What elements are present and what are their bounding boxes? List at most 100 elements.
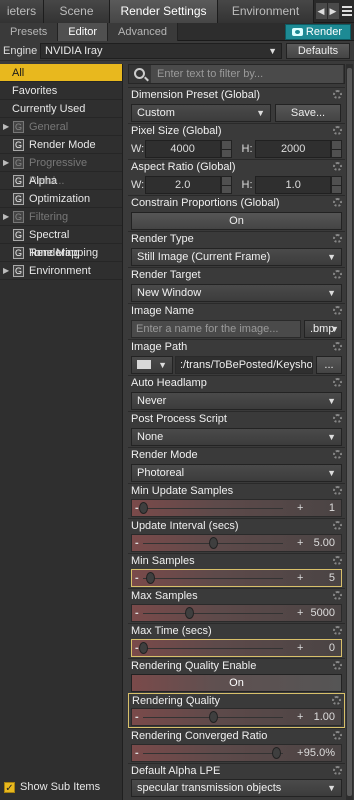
gear-icon[interactable] <box>333 486 342 495</box>
slider-knob[interactable] <box>209 537 218 549</box>
render-target-select[interactable]: New Window ▼ <box>131 284 342 302</box>
increment-icon[interactable]: + <box>297 570 303 586</box>
folder-dropdown[interactable]: ▼ <box>131 356 173 374</box>
min-samples-slider[interactable]: - + 5 <box>131 569 342 587</box>
gear-icon[interactable] <box>333 661 342 670</box>
max-samples-slider[interactable]: - + 5000 <box>131 604 342 622</box>
gear-icon[interactable] <box>333 378 342 387</box>
post-process-select[interactable]: None ▼ <box>131 428 342 446</box>
render-type-select[interactable]: Still Image (Current Frame) ▼ <box>131 248 342 266</box>
category-filtering[interactable]: ▶ G Filtering <box>0 208 122 226</box>
category-alpha[interactable]: G Alpha <box>0 172 122 190</box>
slider-knob[interactable] <box>209 711 218 723</box>
constrain-toggle[interactable]: On <box>131 212 342 230</box>
pixel-height-spinner[interactable] <box>331 140 343 158</box>
image-name-input[interactable]: Enter a name for the image... <box>131 320 301 338</box>
slider-value[interactable]: 5.00 <box>314 535 335 551</box>
tab-advanced[interactable]: Advanced <box>108 23 178 41</box>
slider-knob[interactable] <box>185 607 195 619</box>
slider-value[interactable]: 1 <box>329 500 335 516</box>
aspect-width-field[interactable]: 2.0 <box>144 176 221 194</box>
property-scrollbar[interactable] <box>346 64 353 800</box>
pixel-width-spinner[interactable] <box>220 140 232 158</box>
slider-value[interactable]: 5 <box>329 570 335 586</box>
tab-scene[interactable]: Scene <box>44 0 110 23</box>
rendering-quality-slider[interactable]: - + 1.00 <box>131 708 342 726</box>
gear-icon[interactable] <box>333 306 342 315</box>
expand-triangle-icon[interactable]: ▶ <box>3 154 9 172</box>
decrement-icon[interactable]: - <box>135 709 139 725</box>
increment-icon[interactable]: + <box>297 605 303 621</box>
tab-environment[interactable]: Environment <box>218 0 314 23</box>
category-render-mode[interactable]: G Render Mode <box>0 136 122 154</box>
max-time-slider[interactable]: - + 0 <box>131 639 342 657</box>
gear-icon[interactable] <box>333 556 342 565</box>
category-environment[interactable]: ▶ G Environment <box>0 262 122 280</box>
converged-ratio-slider[interactable]: - + 95.0% <box>131 744 342 762</box>
increment-icon[interactable]: + <box>297 535 303 551</box>
gear-icon[interactable] <box>332 696 341 705</box>
category-optimization[interactable]: G Optimization <box>0 190 122 208</box>
gear-icon[interactable] <box>333 90 342 99</box>
slider-knob[interactable] <box>146 572 155 584</box>
slider-value[interactable]: 0 <box>329 640 335 656</box>
quality-enable-toggle[interactable]: On <box>131 674 342 692</box>
tab-scroll-right-icon[interactable]: ▶ <box>327 3 339 19</box>
expand-triangle-icon[interactable]: ▶ <box>3 118 9 136</box>
update-interval-slider[interactable]: - + 5.00 <box>131 534 342 552</box>
gear-icon[interactable] <box>333 234 342 243</box>
tab-presets[interactable]: Presets <box>0 23 59 41</box>
auto-headlamp-select[interactable]: Never ▼ <box>131 392 342 410</box>
gear-icon[interactable] <box>333 521 342 530</box>
pane-menu-icon[interactable] <box>340 0 354 22</box>
gear-icon[interactable] <box>333 162 342 171</box>
expand-triangle-icon[interactable]: ▶ <box>3 262 9 280</box>
save-preset-button[interactable]: Save... <box>275 104 341 122</box>
tab-scroll-left-icon[interactable]: ◀ <box>315 3 327 19</box>
browse-path-button[interactable]: ... <box>316 356 342 374</box>
pixel-width-field[interactable]: 4000 <box>144 140 221 158</box>
defaults-button[interactable]: Defaults <box>286 43 350 59</box>
category-general[interactable]: ▶ G General <box>0 118 122 136</box>
image-path-field[interactable]: :/trans/ToBePosted/Keyshot <box>175 356 313 374</box>
decrement-icon[interactable]: - <box>135 570 139 586</box>
slider-knob[interactable] <box>139 642 148 654</box>
decrement-icon[interactable]: - <box>135 745 139 761</box>
tab-render-settings[interactable]: Render Settings <box>110 0 218 23</box>
aspect-width-spinner[interactable] <box>220 176 232 194</box>
slider-value[interactable]: 5000 <box>311 605 335 621</box>
image-format-select[interactable]: .bmp ▼ <box>304 320 342 338</box>
category-favorites[interactable]: Favorites <box>0 82 122 100</box>
pixel-height-field[interactable]: 2000 <box>255 140 332 158</box>
gear-icon[interactable] <box>333 342 342 351</box>
decrement-icon[interactable]: - <box>135 535 139 551</box>
increment-icon[interactable]: + <box>297 709 303 725</box>
gear-icon[interactable] <box>333 626 342 635</box>
show-sub-items[interactable]: ✓ Show Sub Items <box>4 780 100 794</box>
gear-icon[interactable] <box>333 270 342 279</box>
min-update-samples-slider[interactable]: - + 1 <box>131 499 342 517</box>
decrement-icon[interactable]: - <box>135 605 139 621</box>
slider-value[interactable]: 95.0% <box>304 745 335 761</box>
checkbox-checked-icon[interactable]: ✓ <box>4 781 15 794</box>
scrollbar-thumb[interactable] <box>347 68 352 796</box>
aspect-height-field[interactable]: 1.0 <box>255 176 332 194</box>
engine-select[interactable]: NVIDIA Iray ▼ <box>40 43 282 59</box>
increment-icon[interactable]: + <box>297 500 303 516</box>
gear-icon[interactable] <box>333 731 342 740</box>
dimension-preset-select[interactable]: Custom ▼ <box>131 104 271 122</box>
category-progressive-rendering[interactable]: ▶ G Progressive Rend... <box>0 154 122 187</box>
gear-icon[interactable] <box>333 766 342 775</box>
tab-parameters[interactable]: ieters <box>0 0 44 23</box>
slider-value[interactable]: 1.00 <box>314 709 335 725</box>
gear-icon[interactable] <box>333 198 342 207</box>
slider-knob[interactable] <box>272 747 281 759</box>
slider-knob[interactable] <box>139 502 148 514</box>
tab-editor[interactable]: Editor <box>58 23 109 41</box>
increment-icon[interactable]: + <box>297 640 303 656</box>
filter-input[interactable]: Enter text to filter by... <box>151 65 343 83</box>
category-all[interactable]: All <box>0 64 122 82</box>
aspect-height-spinner[interactable] <box>331 176 343 194</box>
category-currently-used[interactable]: Currently Used <box>0 100 122 118</box>
alpha-lpe-select[interactable]: specular transmission objects ▼ <box>131 779 342 797</box>
